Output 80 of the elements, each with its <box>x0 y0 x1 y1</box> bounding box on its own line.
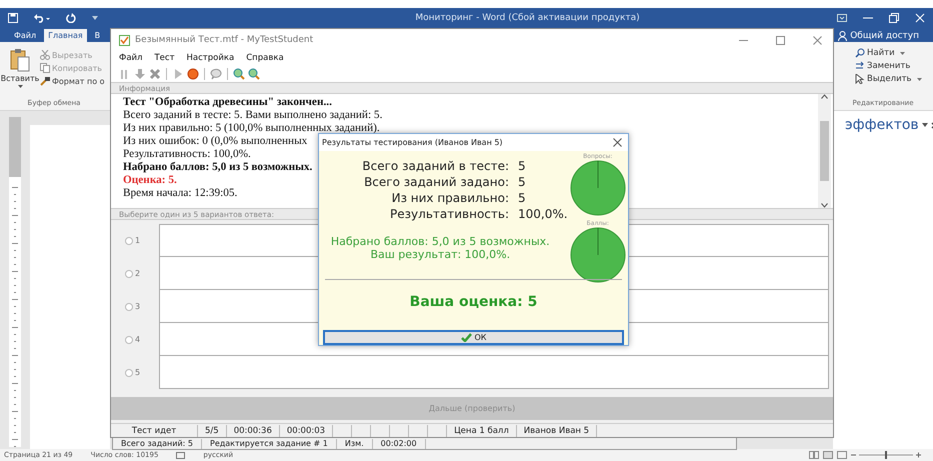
status-text: 00:00:36 <box>226 424 280 436</box>
status-text: Редактируется задание # 1 <box>202 439 337 449</box>
print-layout-icon[interactable] <box>823 451 833 459</box>
ribbon-command[interactable]: Найти <box>855 48 933 58</box>
window-title: Мониторинг - Word (Сбой активации продукта) <box>414 13 641 23</box>
ribbon-tab[interactable]: Файл <box>10 29 40 42</box>
caret-icon <box>18 85 22 88</box>
menu-item[interactable]: Настройка <box>186 53 234 63</box>
result-line: Всего заданий в тесте: 5. Вами выполнено заданий: 5. <box>123 109 382 122</box>
stop-icon[interactable] <box>187 68 199 80</box>
ribbon-command[interactable]: Выделить <box>855 74 933 84</box>
zoom-out-icon[interactable] <box>248 68 260 80</box>
cursor-icon <box>855 74 865 84</box>
status-text: Тест идет <box>111 424 198 436</box>
restore-icon[interactable] <box>889 13 899 23</box>
status-text: Всего заданий: 5 <box>113 439 202 449</box>
status-text: 00:02:00 <box>372 439 426 449</box>
radio-button[interactable]: 1 <box>111 224 159 257</box>
grade-text: Ваша оценка: 5 <box>408 293 538 312</box>
result-line: Оценка: 5. <box>123 174 177 187</box>
menu-item[interactable]: Тест <box>154 53 175 63</box>
stat-label: Всего заданий в тесте: <box>361 159 509 173</box>
ok-button[interactable]: ОК <box>323 330 624 345</box>
menu-item[interactable]: Справка <box>246 53 284 63</box>
search-icon <box>855 48 865 58</box>
result-line: Из них ошибок: 0 (0,0% выполненных <box>123 135 308 148</box>
web-layout-icon[interactable] <box>837 451 847 459</box>
stat-label: Всего заданий задано: <box>363 175 509 189</box>
speech-bubble-icon[interactable] <box>210 68 222 80</box>
status-text: Цена 1 балл <box>447 424 517 436</box>
stat-value: 5 <box>518 159 527 173</box>
dialog-title: Результаты тестирования (Иванов Иван 5) <box>322 138 504 147</box>
save-icon[interactable] <box>8 13 18 23</box>
scissors-icon <box>40 50 50 60</box>
stat-label: Результативность: <box>389 207 509 221</box>
result-line: Результативность: 100,0%. <box>123 148 251 161</box>
scrollbar[interactable] <box>818 94 831 208</box>
status-text: Изм. <box>336 439 373 449</box>
app-icon <box>119 34 130 46</box>
paste-button[interactable]: Вставить <box>0 42 40 99</box>
stat-value: 5 <box>518 191 527 205</box>
ribbon-command[interactable]: Формат по о <box>40 76 105 86</box>
status-text: 00:00:03 <box>280 424 334 436</box>
caret-icon[interactable] <box>92 16 98 20</box>
ribbon-tab[interactable]: В <box>90 29 104 42</box>
score-text: Набрано баллов: 5,0 из 5 возможных. <box>330 235 551 248</box>
status-text: Иванов Иван 5 <box>516 424 598 436</box>
clipboard-icon <box>10 48 30 72</box>
result-line: Тест "Обработка древесины" закончен... <box>123 96 332 109</box>
caret-icon[interactable] <box>922 123 928 127</box>
proofing-icon[interactable] <box>176 452 186 458</box>
result-line: Набрано баллов: 5,0 из 5 возможных. <box>123 161 312 174</box>
maximize-icon[interactable] <box>776 36 784 44</box>
radio-button[interactable]: 5 <box>111 356 159 389</box>
zoom-slider[interactable] <box>851 451 921 459</box>
radio-button[interactable]: 4 <box>111 323 159 356</box>
score-text: Ваш результат: 100,0%. <box>369 248 512 261</box>
menu-item[interactable]: Файл <box>119 53 142 63</box>
radio-button[interactable]: 2 <box>111 257 159 290</box>
stat-value: 5 <box>518 175 527 189</box>
delete-icon[interactable] <box>149 68 161 80</box>
brush-icon <box>40 76 50 86</box>
status-text: 5/5 <box>198 424 227 436</box>
copy-icon <box>40 63 50 73</box>
read-mode-icon[interactable] <box>809 451 819 459</box>
radio-button[interactable]: 3 <box>111 290 159 323</box>
undo-icon[interactable] <box>34 13 50 23</box>
pane-title: эффектов <box>845 117 919 133</box>
result-line: Из них правильно: 5 (100,0% выполненных заданий). <box>123 122 380 135</box>
replace-icon <box>855 61 865 71</box>
checkmark-icon <box>460 333 472 342</box>
stat-value: 100,0%. <box>518 207 568 221</box>
ribbon-tab[interactable]: Главная <box>44 29 87 42</box>
ribbon-command[interactable]: Заменить <box>855 61 933 71</box>
ribbon-display-icon[interactable] <box>837 14 847 22</box>
stat-label: Из них правильно: <box>390 191 509 205</box>
result-line: Время начала: 12:39:05. <box>123 187 238 200</box>
zoom-in-icon[interactable] <box>233 68 245 80</box>
window-title: Безымянный Тест.mtf - MyTestStudent <box>135 35 314 45</box>
redo-icon[interactable] <box>66 13 76 23</box>
